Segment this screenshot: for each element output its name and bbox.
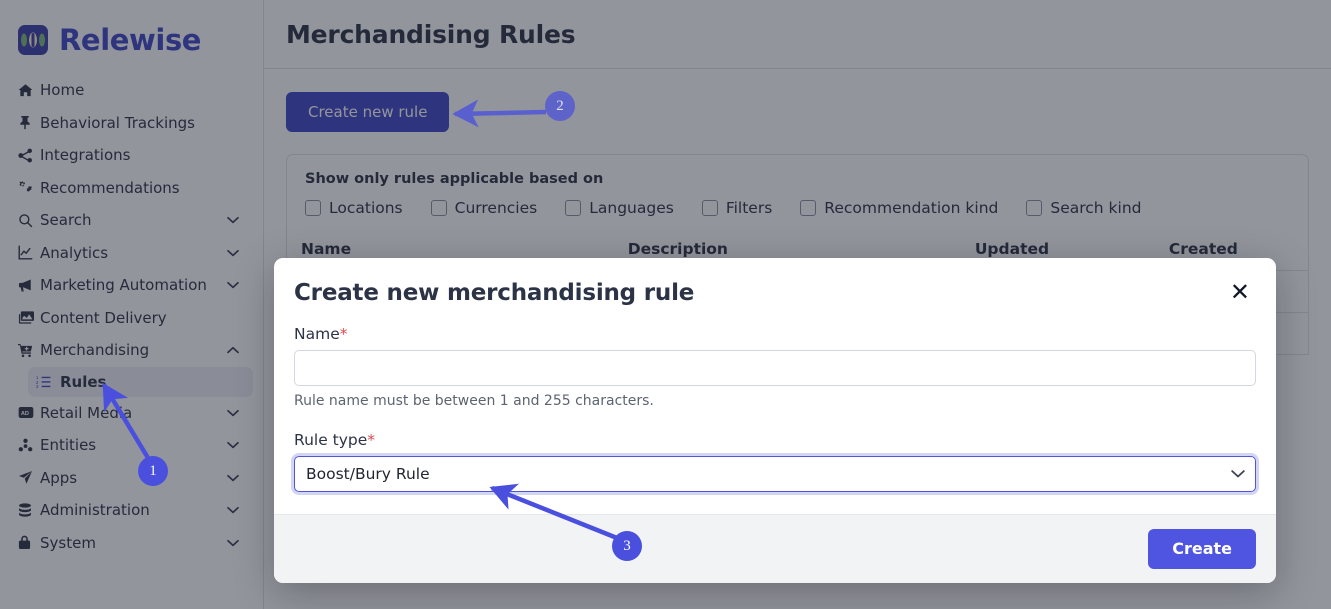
create-button[interactable]: Create [1148,529,1256,569]
rule-type-select[interactable] [294,456,1256,492]
rule-name-input[interactable] [294,350,1256,386]
modal-title: Create new merchandising rule [294,280,694,308]
name-field-block: Name* Rule name must be between 1 and 25… [294,325,1256,409]
modal-header: Create new merchandising rule ✕ [274,258,1276,312]
rule-type-label-text: Rule type [294,431,367,449]
modal-footer: Create [274,514,1276,583]
create-rule-modal: Create new merchandising rule ✕ Name* Ru… [274,258,1276,583]
required-asterisk: * [367,431,375,449]
name-label-text: Name [294,325,340,343]
close-icon[interactable]: ✕ [1228,280,1252,304]
name-help-text: Rule name must be between 1 and 255 char… [294,393,1256,409]
name-field-label: Name* [294,325,1256,343]
required-asterisk: * [340,325,348,343]
app-root: Relewise Home Behavioral Trackings Integ [0,0,1331,609]
rule-type-select-shell [294,456,1256,492]
rule-type-field-label: Rule type* [294,431,1256,449]
rule-type-field-block: Rule type* [294,431,1256,492]
modal-body: Name* Rule name must be between 1 and 25… [274,312,1276,514]
